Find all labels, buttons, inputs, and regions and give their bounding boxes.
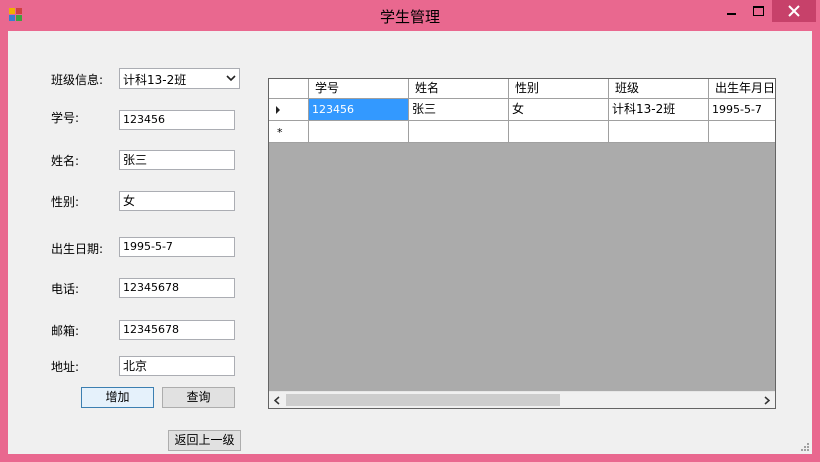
class-dropdown-value: 计科13-2班 <box>123 73 187 87</box>
id-field[interactable]: 123456 <box>119 110 235 130</box>
column-header-class[interactable]: 班级 <box>609 79 709 99</box>
title-bar[interactable]: 学生管理 <box>0 0 820 31</box>
new-cell-birth[interactable] <box>709 121 775 143</box>
close-icon <box>788 5 800 17</box>
current-row-arrow-icon <box>276 106 280 114</box>
cell-birth[interactable]: 1995-5-7 <box>709 99 775 121</box>
form-client-area: 班级信息: 计科13-2班 学号: 123456 姓名: 张三 性别: 女 出生… <box>8 31 812 454</box>
class-label: 班级信息: <box>51 73 104 87</box>
cell-id[interactable]: 123456 <box>309 99 409 121</box>
new-row-marker[interactable]: * <box>269 121 309 143</box>
horizontal-scrollbar[interactable] <box>269 391 775 408</box>
table-row[interactable]: 123456 张三 女 计科13-2班 1995-5-7 <box>269 99 775 121</box>
add-button[interactable]: 增加 <box>81 387 154 408</box>
query-button[interactable]: 查询 <box>162 387 235 408</box>
student-data-grid[interactable]: 学号 姓名 性别 班级 出生年月日 123456 张三 女 计科13-2班 19… <box>268 78 776 409</box>
back-button[interactable]: 返回上一级 <box>168 430 241 451</box>
phone-field[interactable]: 12345678 <box>119 278 235 298</box>
grid-corner-header[interactable] <box>269 79 309 99</box>
new-cell-gender[interactable] <box>509 121 609 143</box>
email-field[interactable]: 12345678 <box>119 320 235 340</box>
new-cell-name[interactable] <box>409 121 509 143</box>
new-row[interactable]: * <box>269 121 775 143</box>
close-button[interactable] <box>772 0 816 22</box>
gender-field[interactable]: 女 <box>119 191 235 211</box>
email-label: 邮箱: <box>51 324 80 338</box>
column-header-id[interactable]: 学号 <box>309 79 409 99</box>
grid-header-row: 学号 姓名 性别 班级 出生年月日 <box>269 79 775 99</box>
window-title: 学生管理 <box>379 8 440 26</box>
gender-label: 性别: <box>51 195 80 209</box>
birth-label: 出生日期: <box>51 242 104 256</box>
minimize-button[interactable] <box>718 0 744 22</box>
column-header-name[interactable]: 姓名 <box>409 79 509 99</box>
cell-class[interactable]: 计科13-2班 <box>609 99 709 121</box>
chevron-down-icon <box>226 75 236 82</box>
phone-label: 电话: <box>51 282 80 296</box>
cell-name[interactable]: 张三 <box>409 99 509 121</box>
name-field[interactable]: 张三 <box>119 150 235 170</box>
address-field[interactable]: 北京 <box>119 356 235 376</box>
scroll-left-icon[interactable] <box>274 396 280 405</box>
resize-grip-icon[interactable] <box>800 442 810 452</box>
cell-gender[interactable]: 女 <box>509 99 609 121</box>
address-label: 地址: <box>51 360 80 374</box>
id-label: 学号: <box>51 111 80 125</box>
name-label: 姓名: <box>51 154 80 168</box>
new-cell-id[interactable] <box>309 121 409 143</box>
class-dropdown[interactable]: 计科13-2班 <box>119 68 240 89</box>
maximize-button[interactable] <box>745 0 771 22</box>
new-cell-class[interactable] <box>609 121 709 143</box>
scroll-right-icon[interactable] <box>764 396 770 405</box>
column-header-birth[interactable]: 出生年月日 <box>709 79 775 99</box>
scrollbar-thumb[interactable] <box>286 394 560 406</box>
birth-field[interactable]: 1995-5-7 <box>119 237 235 257</box>
row-header-current[interactable] <box>269 99 309 121</box>
column-header-gender[interactable]: 性别 <box>509 79 609 99</box>
